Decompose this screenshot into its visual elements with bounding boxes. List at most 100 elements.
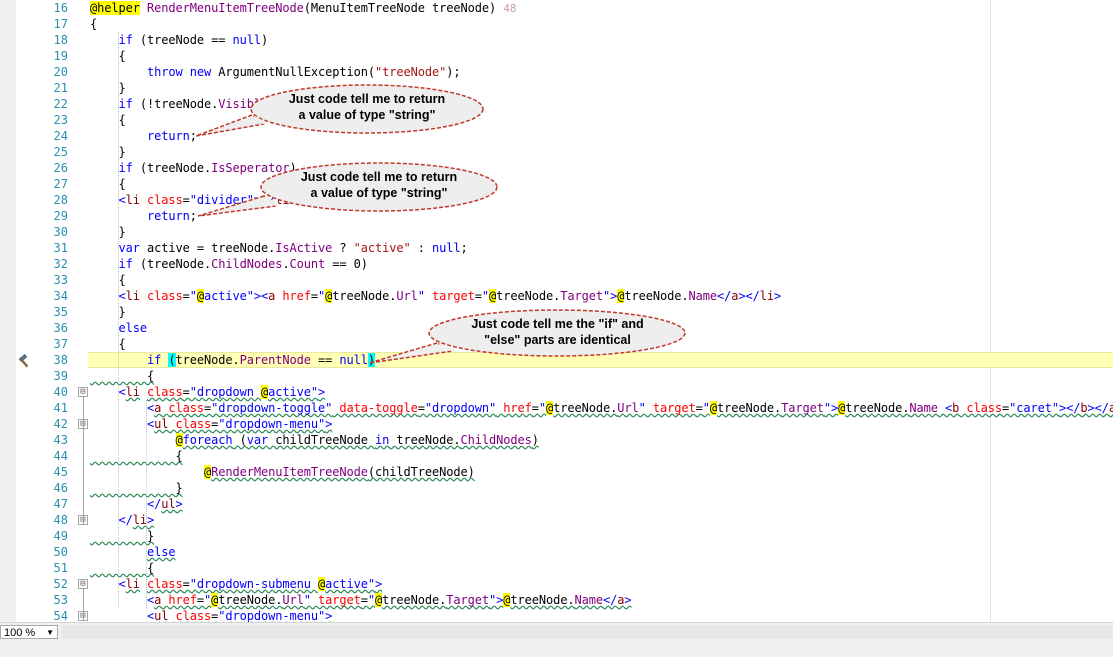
code-line[interactable]: { <box>90 368 154 384</box>
code-token: } <box>90 529 155 543</box>
collapse-toggle-icon[interactable]: ⊟ <box>78 387 88 397</box>
code-token: { <box>90 369 155 383</box>
line-number: 53 <box>53 593 68 607</box>
editor-status-bar: 100 % ▼ <box>0 622 1113 657</box>
code-token: = <box>695 401 703 415</box>
code-token: "caret" <box>1009 401 1059 415</box>
line-number: 20 <box>53 65 68 79</box>
code-line[interactable]: else <box>90 544 176 560</box>
code-token: Target <box>446 593 489 607</box>
line-number-gutter: 16 17 18 19 20 21 22 23 24 25 26 27 28 29 30 31 32 33 34 35… <box>16 0 70 622</box>
code-line[interactable]: { <box>90 448 182 464</box>
code-line[interactable]: } <box>90 144 125 160</box>
line-number: 37 <box>53 337 68 351</box>
code-line[interactable]: { <box>90 560 154 576</box>
code-token: in <box>375 433 390 447</box>
code-token: ) <box>261 33 269 47</box>
code-token: ) <box>531 433 539 447</box>
code-line[interactable]: { <box>90 272 125 288</box>
code-token: = <box>310 289 318 303</box>
code-line[interactable]: } <box>90 80 126 96</box>
code-token: > <box>175 497 183 511</box>
line-number: 25 <box>53 145 68 159</box>
code-editor[interactable]: 16 17 18 19 20 21 22 23 24 25 26 27 28 29 30 31 32 33 34 35… <box>0 0 1113 622</box>
code-line[interactable]: throw new ArgumentNullException("treeNod… <box>90 64 461 80</box>
line-number: 34 <box>53 289 68 303</box>
code-line[interactable]: var active = treeNode.IsActive ? "active… <box>90 240 468 256</box>
code-token: ? <box>332 241 354 255</box>
code-token: if <box>118 33 133 47</box>
code-line[interactable]: } <box>90 304 125 320</box>
code-token: == <box>310 353 340 367</box>
code-line[interactable]: if (treeNode.ChildNodes.Count == 0) <box>90 256 368 272</box>
code-line[interactable]: } <box>90 224 125 240</box>
code-line[interactable]: { <box>90 176 125 192</box>
code-token: RenderMenuItemTreeNode <box>211 465 368 479</box>
code-line[interactable]: } <box>90 528 154 544</box>
code-token: ( <box>168 353 176 367</box>
code-token: li <box>125 289 140 303</box>
code-token: "> <box>823 401 839 415</box>
code-token: = <box>182 577 190 591</box>
annotation-callout: Just code tell me the "if" and "else" pa… <box>365 309 695 371</box>
code-token: } <box>90 81 126 95</box>
code-token: new <box>189 65 212 79</box>
code-token: "> <box>603 289 618 303</box>
code-token: { <box>90 17 98 31</box>
code-token: = <box>182 193 190 207</box>
code-token: class <box>168 401 204 415</box>
code-token: if <box>118 161 133 175</box>
code-line[interactable]: <ul class="dropdown-menu"> <box>90 416 332 432</box>
code-line[interactable]: if (treeNode.ParentNode == null) <box>90 352 375 368</box>
code-token: Count <box>289 257 326 271</box>
line-number: 54 <box>53 609 68 622</box>
code-token: treeNode. <box>717 401 782 415</box>
zoom-dropdown[interactable]: 100 % ▼ <box>0 625 58 639</box>
code-line[interactable]: </li> <box>90 512 155 528</box>
code-line[interactable]: { <box>90 112 126 128</box>
code-line[interactable]: @foreach (var childTreeNode in treeNode.… <box>90 432 539 448</box>
code-token: href <box>282 289 311 303</box>
code-token: = <box>360 593 368 607</box>
code-token: treeNode. <box>624 289 689 303</box>
code-token: active" <box>268 385 318 399</box>
code-token: ParentNode <box>239 353 311 367</box>
code-line[interactable]: { <box>90 48 125 64</box>
indent-guide <box>146 400 148 608</box>
glyph-margin[interactable] <box>0 0 16 622</box>
collapse-toggle-icon[interactable]: ⊟ <box>78 579 88 589</box>
code-line[interactable]: return; <box>90 208 197 224</box>
code-token: if <box>118 257 133 271</box>
code-token: </ <box>147 497 162 511</box>
code-line[interactable]: <li class="@active"><a href="@treeNode.U… <box>90 288 781 304</box>
outlining-margin[interactable] <box>70 0 86 622</box>
code-line[interactable]: <li class="dropdown @active"> <box>90 384 325 400</box>
code-token: "dropdown-submenu <box>189 577 318 591</box>
code-token: " <box>417 289 425 303</box>
code-token: { <box>90 113 126 127</box>
code-token: treeNode. <box>218 593 283 607</box>
horizontal-scrollbar[interactable] <box>62 625 1113 639</box>
code-line[interactable]: <li class="dropdown-submenu @active"> <box>90 576 382 592</box>
code-line[interactable]: </ul> <box>90 496 183 512</box>
code-line[interactable]: if (treeNode == null) <box>90 32 269 48</box>
code-token: class <box>147 577 183 591</box>
code-token: > <box>375 577 383 591</box>
code-token: class <box>147 385 183 399</box>
code-token: li <box>759 289 774 303</box>
code-line[interactable]: <a href="@treeNode.Url" target="@treeNod… <box>90 592 632 608</box>
code-token: </ <box>717 289 732 303</box>
code-line[interactable]: <a class="dropdown-toggle" data-toggle="… <box>90 400 1113 416</box>
code-line[interactable]: { <box>90 16 97 32</box>
chevron-down-icon: ▼ <box>46 628 54 637</box>
code-token: = <box>182 289 190 303</box>
code-line[interactable]: return; <box>90 128 197 144</box>
code-token: RenderMenuItemTreeNode <box>147 1 304 15</box>
code-token: class <box>175 609 212 622</box>
code-line[interactable]: <ul class="dropdown-menu"> <box>90 608 332 622</box>
code-line[interactable]: } <box>90 480 182 496</box>
code-line[interactable]: { <box>90 336 125 352</box>
code-line[interactable]: @helper RenderMenuItemTreeNode(MenuItemT… <box>90 0 516 16</box>
